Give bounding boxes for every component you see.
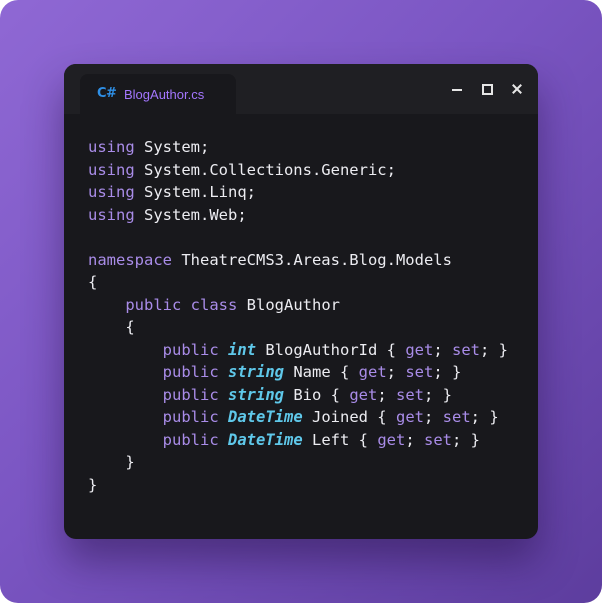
file-tab[interactable]: C# BlogAuthor.cs [80, 74, 236, 114]
code-editor[interactable]: using System; using System.Collections.Ge… [88, 136, 522, 496]
code-text: System; [134, 138, 210, 156]
code-line: { [88, 271, 522, 294]
code-keyword: public [162, 385, 219, 404]
code-type: DateTime [228, 430, 303, 449]
code-text: Joined { [302, 408, 396, 426]
minimize-icon[interactable] [450, 82, 464, 96]
code-keyword: set [405, 363, 434, 381]
code-keyword: public [162, 408, 219, 426]
code-type: string [228, 385, 284, 404]
code-line: { [88, 316, 522, 339]
code-keyword: using [88, 205, 135, 224]
code-text: BlogAuthor [237, 295, 340, 314]
code-keyword: namespace [88, 250, 172, 269]
code-window: C# BlogAuthor.cs using System; using Syst… [64, 64, 538, 539]
code-text: ; } [433, 363, 462, 381]
code-keyword: using [88, 138, 135, 156]
code-text: ; [423, 408, 443, 426]
code-text: Bio { [284, 385, 350, 404]
code-text: ; [386, 363, 406, 381]
code-line: public string Name { get; set; } [88, 361, 522, 384]
code-line: namespace TheatreCMS3.Areas.Blog.Models [88, 249, 522, 272]
code-line: } [88, 474, 522, 497]
code-text: { [88, 273, 98, 291]
code-keyword: set [423, 430, 452, 449]
code-text: System.Linq; [134, 183, 256, 201]
code-keyword: get [395, 408, 424, 426]
code-line: } [88, 451, 522, 474]
code-keyword: using [88, 183, 135, 201]
code-line: using System.Web; [88, 204, 522, 227]
code-text: Name { [284, 363, 359, 381]
code-text: ; } [451, 430, 480, 449]
code-text: System.Web; [134, 205, 247, 224]
close-icon[interactable] [510, 82, 524, 96]
code-text: } [88, 475, 98, 494]
code-text: ; [405, 430, 424, 449]
code-text: ; [377, 385, 396, 404]
csharp-icon: C# [97, 86, 117, 101]
background: C# BlogAuthor.cs using System; using Syst… [0, 0, 602, 603]
code-line: public class BlogAuthor [88, 294, 522, 317]
code-keyword: set [451, 340, 480, 359]
code-text: BlogAuthorId { [256, 340, 406, 359]
title-bar: C# BlogAuthor.cs [64, 64, 538, 114]
code-keyword: public [162, 363, 219, 381]
code-line: using System; [88, 136, 522, 159]
code-line: using System.Linq; [88, 181, 522, 204]
tab-filename: BlogAuthor.cs [124, 87, 205, 102]
code-text: ; } [424, 385, 452, 404]
maximize-icon[interactable] [480, 82, 494, 96]
code-text: { [125, 318, 135, 336]
code-text: ; } [470, 408, 499, 426]
code-keyword: get [358, 363, 387, 381]
code-text: ; [433, 340, 452, 359]
code-keyword: get [377, 430, 406, 449]
code-keyword: set [396, 385, 424, 404]
code-text: } [125, 453, 135, 471]
code-text: System.Collections.Generic; [134, 160, 396, 179]
code-keyword: get [405, 340, 434, 359]
code-keyword: public [162, 430, 219, 449]
code-keyword: class [190, 295, 238, 314]
code-keyword: set [442, 408, 471, 426]
code-keyword: using [88, 160, 135, 179]
code-type: string [228, 363, 284, 381]
code-line: public DateTime Joined { get; set; } [88, 406, 522, 429]
code-line: public string Bio { get; set; } [88, 384, 522, 407]
code-line: public DateTime Left { get; set; } [88, 429, 522, 452]
code-line: public int BlogAuthorId { get; set; } [88, 339, 522, 362]
code-keyword: public [125, 295, 182, 314]
code-type: DateTime [228, 408, 303, 426]
code-keyword: public [162, 340, 219, 359]
code-text: Left { [302, 430, 378, 449]
window-controls [450, 81, 524, 97]
code-text: TheatreCMS3.Areas.Blog.Models [172, 250, 452, 269]
code-text: ; } [479, 340, 508, 359]
code-line: using System.Collections.Generic; [88, 159, 522, 182]
code-type: int [228, 340, 256, 359]
code-keyword: get [349, 385, 378, 404]
